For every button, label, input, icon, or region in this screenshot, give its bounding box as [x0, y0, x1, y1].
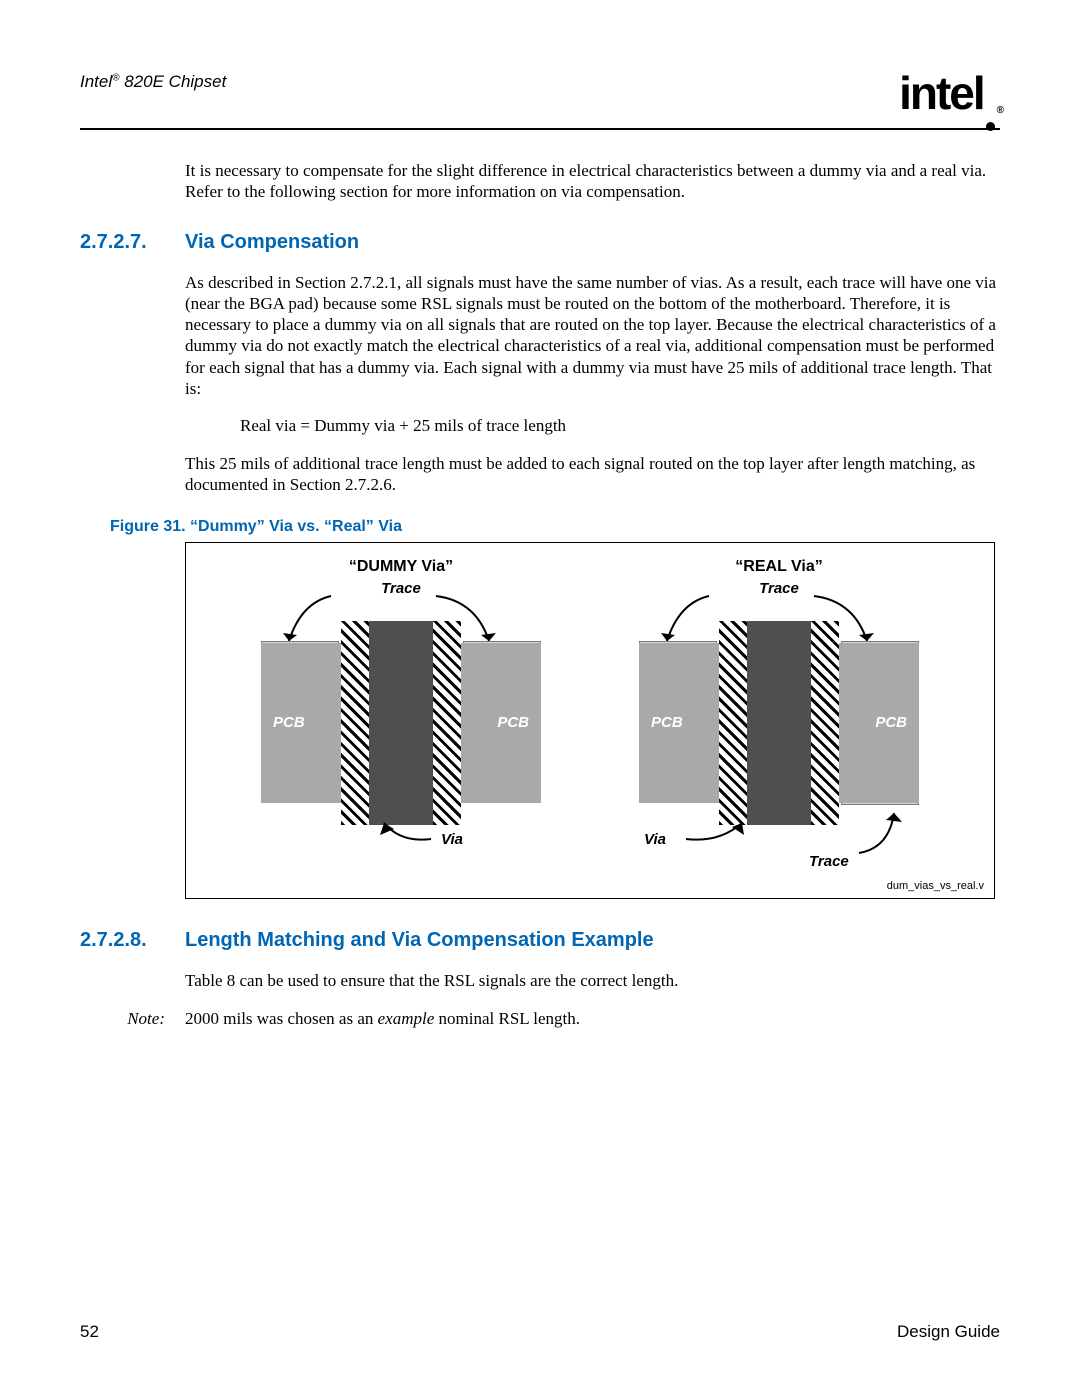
dummy-via-diagram: “DUMMY Via” Trace PCB PCB: [226, 553, 576, 888]
via-core: [341, 621, 461, 825]
dummy-via-title: “DUMMY Via”: [226, 558, 576, 576]
via-label: Via: [441, 831, 463, 848]
heading-title: Length Matching and Via Compensation Exa…: [185, 929, 654, 952]
via-core: [719, 621, 839, 825]
arrow-icon: [684, 821, 754, 856]
footer-doc-type: Design Guide: [897, 1322, 1000, 1342]
heading-2-7-2-7: 2.7.2.7. Via Compensation: [80, 231, 1000, 254]
trace-label-bottom: Trace: [809, 853, 849, 870]
formula-real-via: Real via = Dummy via + 25 mils of trace …: [240, 416, 1000, 436]
dummy-trace-label: Trace: [226, 580, 576, 597]
section-2727-p2: This 25 mils of additional trace length …: [185, 453, 1000, 496]
intel-logo: intel®: [899, 70, 1000, 122]
pcb-cross-section: PCB PCB: [639, 643, 919, 803]
note-label: Note:: [110, 1009, 165, 1029]
pcb-label: PCB: [497, 714, 529, 731]
section-2728-p1: Table 8 can be used to ensure that the R…: [185, 970, 1000, 991]
real-trace-label: Trace: [604, 580, 954, 597]
page-number: 52: [80, 1322, 99, 1342]
heading-2-7-2-8: 2.7.2.8. Length Matching and Via Compens…: [80, 929, 1000, 952]
header-rule: [80, 128, 1000, 130]
arrow-icon: [854, 808, 904, 863]
figure-31-caption: Figure 31. “Dummy” Via vs. “Real” Via: [110, 518, 1000, 536]
figure-31: “DUMMY Via” Trace PCB PCB: [185, 542, 995, 899]
arrow-icon: [376, 821, 436, 856]
heading-number: 2.7.2.7.: [80, 231, 155, 254]
title-suffix: 820E Chipset: [120, 72, 227, 91]
intro-paragraph: It is necessary to compensate for the sl…: [185, 160, 1000, 203]
section-2727-p1: As described in Section 2.7.2.1, all sig…: [185, 272, 1000, 400]
document-title: Intel® 820E Chipset: [80, 70, 226, 92]
page-footer: 52 Design Guide: [80, 1322, 1000, 1342]
note-text: 2000 mils was chosen as an example nomin…: [185, 1009, 580, 1029]
pcb-label: PCB: [875, 714, 907, 731]
real-via-diagram: “REAL Via” Trace PCB PCB: [604, 553, 954, 888]
pcb-label: PCB: [273, 714, 305, 731]
via-label: Via: [644, 831, 666, 848]
pcb-cross-section: PCB PCB: [261, 643, 541, 803]
heading-title: Via Compensation: [185, 231, 359, 254]
pcb-label: PCB: [651, 714, 683, 731]
figure-source-tag: dum_vias_vs_real.v: [887, 880, 984, 892]
title-prefix: Intel: [80, 72, 112, 91]
logo-text: intel: [899, 67, 984, 119]
real-via-title: “REAL Via”: [604, 558, 954, 576]
note-row: Note: 2000 mils was chosen as an example…: [110, 1009, 1000, 1029]
heading-number: 2.7.2.8.: [80, 929, 155, 952]
page-header: Intel® 820E Chipset intel®: [80, 70, 1000, 122]
